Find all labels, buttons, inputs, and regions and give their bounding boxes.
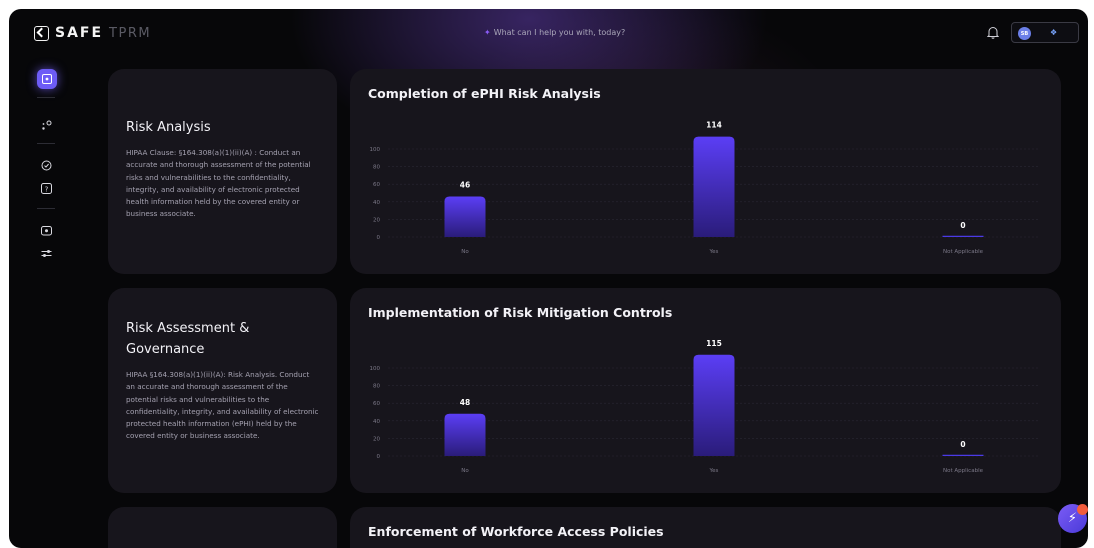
data-label: 0 <box>960 221 965 230</box>
settings-sliders-icon <box>41 249 51 257</box>
sidebar: ? <box>9 57 84 548</box>
search-placeholder: What can I help you with, today? <box>493 28 626 37</box>
y-tick-label: 40 <box>373 419 380 425</box>
sidebar-divider <box>37 208 55 209</box>
section-description: HIPAA §164.308(a)(1)(ii)(A): Risk Analys… <box>126 370 319 441</box>
x-tick-label: Yes <box>709 249 719 255</box>
bar[interactable] <box>942 454 984 456</box>
bar-chart: 0 20 40 60 80 100 48 No 115 Yes 0 Not Applicable <box>370 339 1040 474</box>
assistant-search[interactable]: ✦ What can I help you with, today? <box>484 28 625 37</box>
bar[interactable] <box>444 413 486 456</box>
section-title: Risk Assessment & Governance <box>126 321 250 357</box>
shield-check-icon <box>41 160 51 170</box>
section-description: HIPAA Clause: §164.308(a)(1)(ii)(A) : Co… <box>126 148 311 219</box>
section-title: Risk Analysis <box>126 120 211 135</box>
top-bar: SAFE TPRM ✦ What can I help you with, to… <box>9 9 1088 57</box>
chart-card: Enforcement of Workforce Access Policies <box>350 507 1061 548</box>
chart-title: Enforcement of Workforce Access Policies <box>368 524 664 539</box>
bar-chart: 0 20 40 60 80 100 46 No 114 Yes 0 Not Applicable <box>370 121 1040 255</box>
y-tick-label: 20 <box>373 217 380 223</box>
sidebar-divider <box>37 97 55 98</box>
chat-bolt-icon: ⚡ <box>1067 511 1078 526</box>
data-label: 0 <box>960 440 965 449</box>
bar[interactable] <box>693 136 735 237</box>
sparkle-icon: ✦ <box>484 28 491 37</box>
logo[interactable]: SAFE TPRM <box>34 25 151 41</box>
brand-sub: TPRM <box>109 25 152 41</box>
y-tick-label: 80 <box>373 384 380 390</box>
section-info-card: Risk Analysis HIPAA Clause: §164.308(a)(… <box>108 69 337 274</box>
avatar: SB <box>1018 27 1031 40</box>
data-label: 46 <box>460 181 470 190</box>
chart-card: Implementation of Risk Mitigation Contro… <box>350 288 1061 493</box>
data-label: 115 <box>706 339 722 348</box>
x-tick-label: Yes <box>709 468 719 474</box>
org-logo-icon: ❖ <box>1050 28 1058 37</box>
chart-card: Completion of ePHI Risk Analysis 0 20 40 60… <box>350 69 1061 274</box>
bar[interactable] <box>942 235 984 237</box>
svg-text:?: ? <box>44 185 48 193</box>
sidebar-item-settings[interactable] <box>38 245 54 261</box>
sidebar-item-connections[interactable] <box>38 117 54 133</box>
connections-icon <box>41 120 51 130</box>
section-info-card: Risk Assessment & Governance HIPAA §164.… <box>108 288 337 493</box>
data-label: 114 <box>706 121 722 130</box>
y-tick-label: 40 <box>373 200 380 206</box>
brand-name: SAFE <box>55 25 104 41</box>
y-tick-label: 0 <box>377 454 381 460</box>
y-tick-label: 60 <box>373 182 380 188</box>
sidebar-item-help[interactable]: ? <box>38 180 54 196</box>
profile-switcher[interactable]: SB ❖ <box>1011 22 1079 43</box>
vault-icon <box>40 225 52 235</box>
y-tick-label: 80 <box>373 165 380 171</box>
bar[interactable] <box>444 196 486 237</box>
x-tick-label: Not Applicable <box>943 249 984 255</box>
x-tick-label: Not Applicable <box>943 468 984 474</box>
y-tick-label: 20 <box>373 436 380 442</box>
sidebar-item-compliance[interactable] <box>38 157 54 173</box>
y-tick-label: 60 <box>373 401 380 407</box>
x-tick-label: No <box>461 249 469 255</box>
safe-logo-icon <box>34 25 49 41</box>
y-tick-label: 100 <box>370 366 381 372</box>
bar[interactable] <box>693 354 735 456</box>
notification-badge <box>1077 504 1088 515</box>
sidebar-item-dashboard[interactable] <box>37 69 57 89</box>
app-window: SAFE TPRM ✦ What can I help you with, to… <box>9 9 1088 548</box>
bell-icon[interactable] <box>987 26 999 39</box>
sidebar-divider <box>37 143 55 144</box>
x-tick-label: No <box>461 468 469 474</box>
dashboard-icon <box>42 74 52 84</box>
section-info-card <box>108 507 337 548</box>
y-tick-label: 0 <box>377 235 381 241</box>
y-tick-label: 100 <box>370 147 381 153</box>
sidebar-item-vault[interactable] <box>38 222 54 238</box>
data-label: 48 <box>460 398 470 407</box>
help-icon: ? <box>40 182 52 194</box>
